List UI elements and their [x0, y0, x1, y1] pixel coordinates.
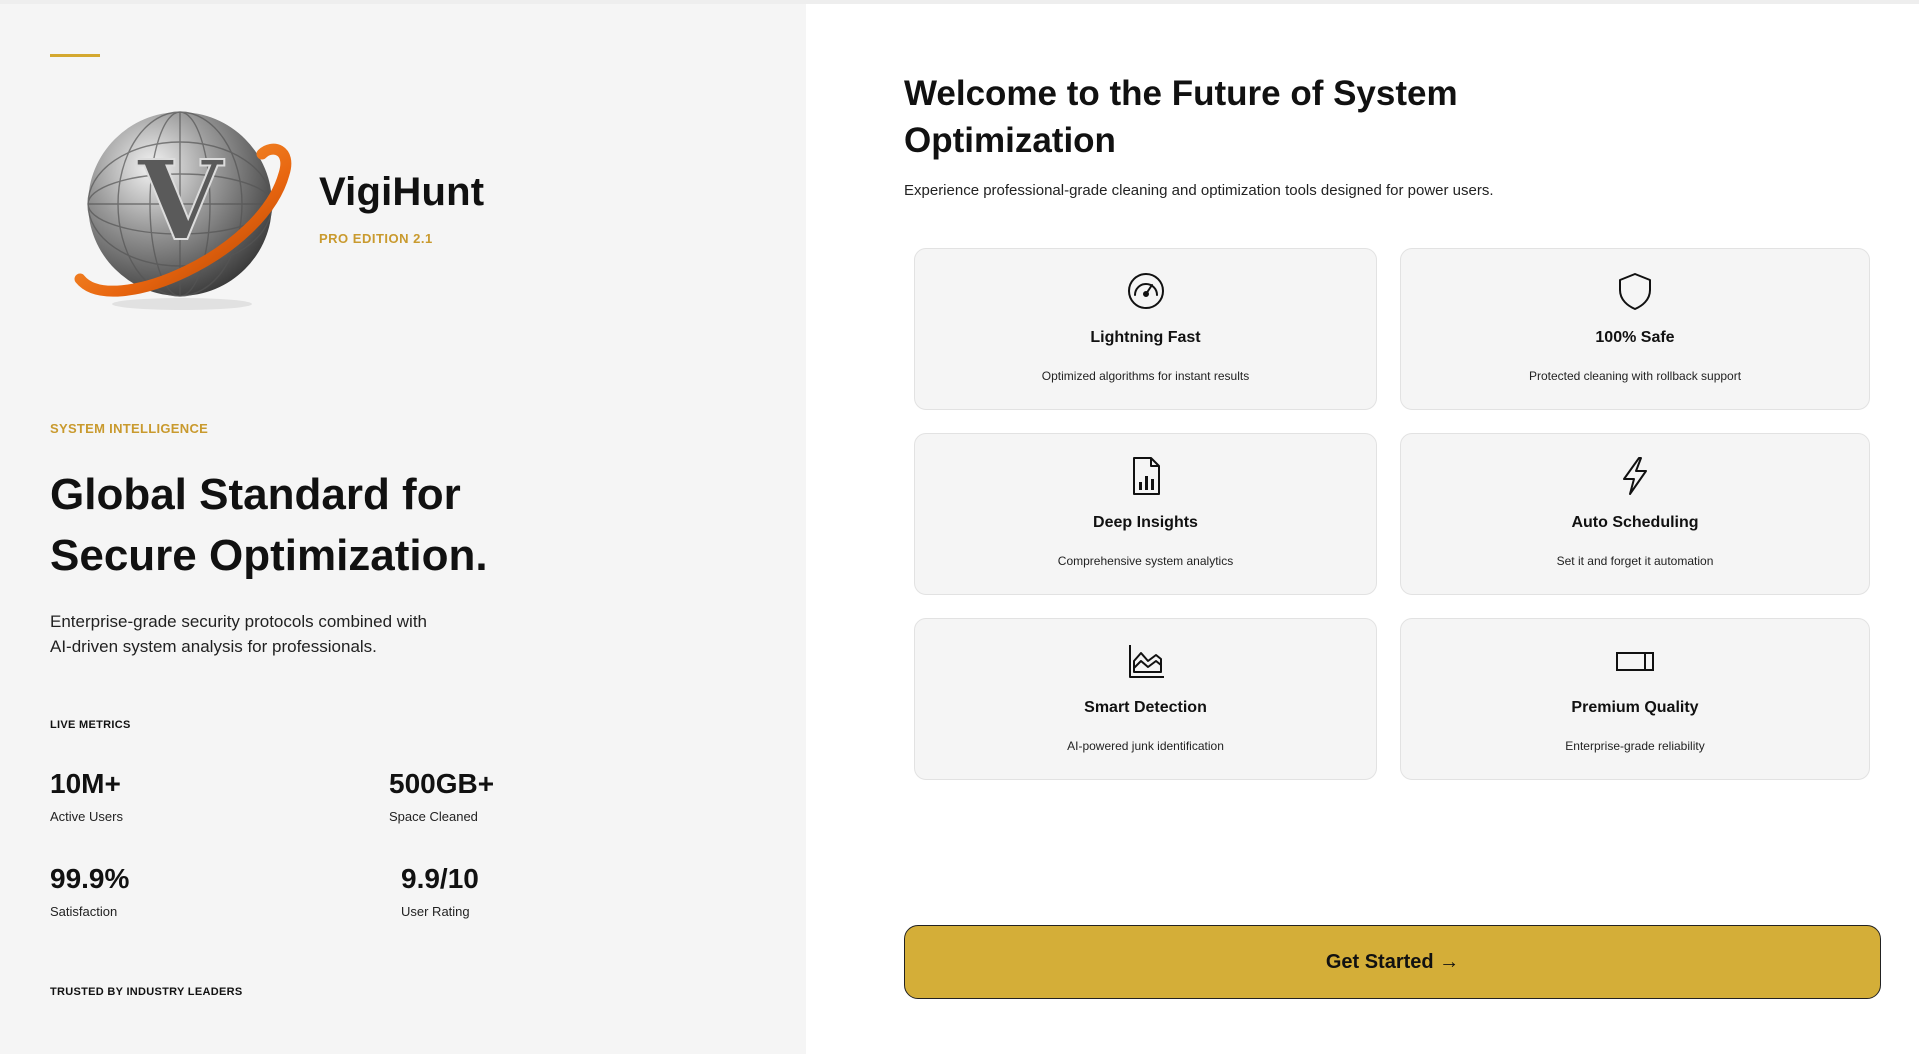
metrics-label: LIVE METRICS [50, 719, 131, 731]
feature-desc: Optimized algorithms for instant results [1041, 369, 1250, 383]
brand-edition: PRO EDITION 2.1 [319, 231, 433, 246]
battery-icon [1613, 639, 1657, 683]
metric-user-rating: 9.9/10 User Rating [401, 862, 479, 919]
feature-desc: Comprehensive system analytics [1057, 554, 1234, 568]
welcome-title-line1: Welcome to the Future of System [904, 74, 1458, 113]
report-chart-icon [1124, 454, 1168, 498]
feature-title: Lightning Fast [1090, 329, 1201, 346]
speedometer-icon [1124, 269, 1168, 313]
section-eyebrow: SYSTEM INTELLIGENCE [50, 421, 209, 436]
feature-card-premium-quality: Premium Quality Enterprise-grade reliabi… [1400, 618, 1870, 780]
hero-subtext: Enterprise-grade security protocols comb… [50, 609, 490, 659]
metric-value: 99.9% [50, 863, 130, 894]
hero-headline: Global Standard for Secure Optimization. [50, 464, 610, 586]
welcome-title-line2: Optimization [904, 121, 1116, 160]
metric-space-cleaned: 500GB+ Space Cleaned [389, 767, 494, 824]
metric-label: Active Users [50, 809, 123, 824]
hero-headline-line1: Global Standard for [50, 470, 461, 519]
lightning-icon [1613, 454, 1657, 498]
brand-name: VigiHunt [319, 170, 485, 214]
feature-desc: Enterprise-grade reliability [1565, 739, 1705, 753]
metric-active-users: 10M+ Active Users [50, 767, 123, 824]
metric-label: User Rating [401, 904, 470, 919]
metric-satisfaction: 99.9% Satisfaction [50, 862, 129, 919]
feature-card-lightning-fast: Lightning Fast Optimized algorithms for … [914, 248, 1377, 410]
svg-text:V: V [136, 136, 224, 265]
shield-icon [1613, 269, 1657, 313]
feature-card-100-safe: 100% Safe Protected cleaning with rollba… [1400, 248, 1870, 410]
feature-title: Smart Detection [1084, 699, 1207, 716]
hero-headline-line2: Secure Optimization. [50, 531, 488, 580]
metric-label: Satisfaction [50, 904, 118, 919]
metric-value: 9.9/10 [401, 863, 479, 894]
metric-value: 10M+ [50, 768, 121, 799]
feature-desc: AI-powered junk identification [1067, 739, 1224, 753]
feature-card-deep-insights: Deep Insights Comprehensive system analy… [914, 433, 1377, 595]
left-panel: V VigiHunt PRO EDITION 2.1 SYSTEM INTELL… [0, 4, 806, 1054]
metric-value: 500GB+ [389, 768, 495, 799]
hero-subtext-line2: AI-driven system analysis for profession… [50, 637, 377, 656]
feature-card-auto-scheduling: Auto Scheduling Set it and forget it aut… [1400, 433, 1870, 595]
welcome-subtitle: Experience professional-grade cleaning a… [904, 182, 1494, 199]
feature-desc: Set it and forget it automation [1556, 554, 1714, 568]
metric-label: Space Cleaned [389, 809, 478, 824]
feature-desc: Protected cleaning with rollback support [1528, 369, 1742, 383]
feature-title: Deep Insights [1093, 514, 1198, 531]
feature-title: Auto Scheduling [1571, 514, 1699, 531]
welcome-title: Welcome to the Future of System Optimiza… [904, 70, 1504, 164]
globe-v-logo: V [72, 104, 292, 314]
get-started-button[interactable]: Get Started → [904, 925, 1881, 999]
accent-bar [50, 54, 100, 57]
area-chart-icon [1124, 639, 1168, 683]
trusted-label: TRUSTED BY INDUSTRY LEADERS [50, 986, 243, 998]
feature-title: 100% Safe [1595, 329, 1675, 346]
feature-card-smart-detection: Smart Detection AI-powered junk identifi… [914, 618, 1377, 780]
hero-subtext-line1: Enterprise-grade security protocols comb… [50, 612, 428, 631]
feature-title: Premium Quality [1571, 699, 1699, 716]
